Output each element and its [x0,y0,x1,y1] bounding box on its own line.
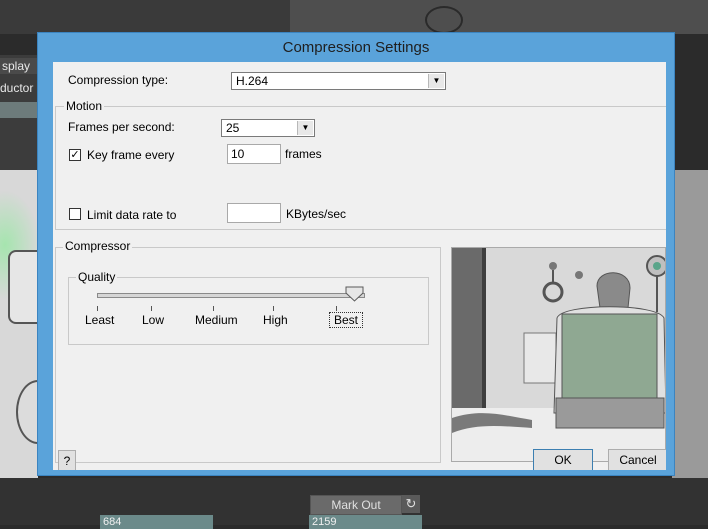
quality-label-low: Low [142,313,165,327]
quality-tick [151,306,152,311]
quality-label-least: Least [85,313,115,327]
ok-button[interactable]: OK [533,449,593,470]
drawn-object [16,380,38,444]
background-video-top [290,0,708,34]
background-selected-row[interactable] [0,102,38,118]
quality-tick [273,306,274,311]
wall-ornament [425,6,463,34]
chevron-down-icon[interactable]: ▼ [428,74,444,88]
dialog-client-area: Compression type: H.264 ▼ Motion Frames … [53,62,666,470]
fps-value: 25 [226,121,240,135]
compression-type-select[interactable]: H.264 ▼ [231,72,446,90]
quality-label-high: High [263,313,288,327]
background-tab-conductor[interactable]: ductor [0,80,38,96]
quality-group-label: Quality [76,270,118,284]
preview-frame [451,247,666,462]
mark-out-button[interactable]: Mark Out [310,495,402,515]
background-tab-display[interactable]: splay [0,58,40,74]
data-rate-unit-label: KBytes/sec [286,207,347,221]
drawn-object [8,250,38,324]
keyframe-unit-label: frames [285,147,322,161]
refresh-icon[interactable]: ↻ [402,495,420,513]
quality-slider-track[interactable] [97,293,365,298]
compression-type-label: Compression type: [68,73,169,87]
keyframe-checkbox[interactable]: ✓ [69,149,81,161]
timecode-in-field[interactable]: 684 [100,515,213,529]
compressor-group-label: Compressor [63,239,133,253]
checkmark-icon: ✓ [70,149,80,161]
preview-image [452,248,665,461]
quality-label-best: Best [334,313,359,327]
compression-settings-dialog: Compression Settings Compression type: H… [38,33,674,475]
fps-label: Frames per second: [68,120,175,134]
dialog-title[interactable]: Compression Settings [38,33,674,62]
quality-group [68,277,429,345]
background-video-left [0,170,38,480]
quality-tick [336,306,337,311]
background-video-right [672,170,708,480]
limit-data-rate-label: Limit data rate to [87,208,177,222]
chevron-down-icon[interactable]: ▼ [297,121,313,135]
help-button[interactable]: ? [58,450,76,470]
fps-select[interactable]: 25 ▼ [221,119,315,137]
keyframe-label: Key frame every [87,148,175,162]
limit-data-rate-checkbox[interactable] [69,208,81,220]
quality-slider-thumb[interactable] [345,286,365,302]
motion-group-label: Motion [64,99,105,113]
data-rate-input[interactable] [227,203,281,223]
cancel-button[interactable]: Cancel [608,449,666,470]
keyframe-interval-input[interactable]: 10 [227,144,281,164]
quality-tick [213,306,214,311]
quality-label-medium: Medium [195,313,238,327]
timecode-out-field[interactable]: 2159 [309,515,422,529]
compression-type-value: H.264 [236,74,269,88]
quality-tick [97,306,98,311]
